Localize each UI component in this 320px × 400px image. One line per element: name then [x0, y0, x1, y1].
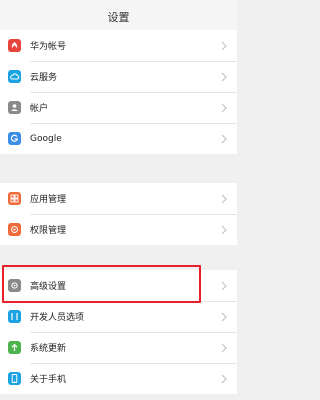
- settings-item-label: 权限管理: [30, 226, 67, 236]
- settings-item-about-phone[interactable]: 关于手机: [0, 363, 237, 394]
- chevron-right-icon: [221, 103, 227, 113]
- chevron-right-icon: [221, 41, 227, 51]
- page-title: 设置: [107, 11, 130, 24]
- settings-item-huawei-account[interactable]: 华为帐号: [0, 30, 237, 61]
- settings-item-system-update[interactable]: 系统更新: [0, 332, 237, 363]
- chevron-right-icon: [221, 343, 227, 353]
- cloud-icon: [8, 70, 21, 83]
- phone-icon: [8, 372, 21, 385]
- permission-icon: [8, 223, 21, 236]
- google-icon: [8, 132, 21, 145]
- settings-item-label: 系统更新: [30, 344, 67, 354]
- title-bar: 设置: [0, 0, 237, 34]
- chevron-right-icon: [221, 312, 227, 322]
- settings-item-label: 帐户: [30, 104, 49, 114]
- huawei-account-icon: [8, 39, 21, 52]
- settings-item-app-manager[interactable]: 应用管理: [0, 183, 237, 214]
- settings-item-account[interactable]: 帐户: [0, 92, 237, 123]
- settings-group-accounts: 华为帐号 云服务 帐户 Google: [0, 30, 237, 154]
- chevron-right-icon: [221, 281, 227, 291]
- settings-item-label: 应用管理: [30, 195, 67, 205]
- chevron-right-icon: [221, 72, 227, 82]
- settings-item-cloud[interactable]: 云服务: [0, 61, 237, 92]
- developer-icon: [8, 310, 21, 323]
- app-manager-icon: [8, 192, 21, 205]
- chevron-right-icon: [221, 374, 227, 384]
- chevron-right-icon: [221, 134, 227, 144]
- settings-item-label: 云服务: [30, 73, 58, 83]
- highlight-box: [2, 265, 201, 303]
- settings-item-label: 关于手机: [30, 375, 67, 385]
- settings-group-management: 应用管理 权限管理: [0, 183, 237, 245]
- chevron-right-icon: [221, 225, 227, 235]
- settings-item-google[interactable]: Google: [0, 123, 237, 154]
- settings-item-permission-manager[interactable]: 权限管理: [0, 214, 237, 245]
- settings-item-label: 开发人员选项: [30, 313, 85, 323]
- settings-item-label: 华为帐号: [30, 42, 67, 52]
- settings-item-label: Google: [30, 133, 62, 144]
- account-icon: [8, 101, 21, 114]
- settings-item-developer-options[interactable]: 开发人员选项: [0, 301, 237, 332]
- chevron-right-icon: [221, 194, 227, 204]
- update-icon: [8, 341, 21, 354]
